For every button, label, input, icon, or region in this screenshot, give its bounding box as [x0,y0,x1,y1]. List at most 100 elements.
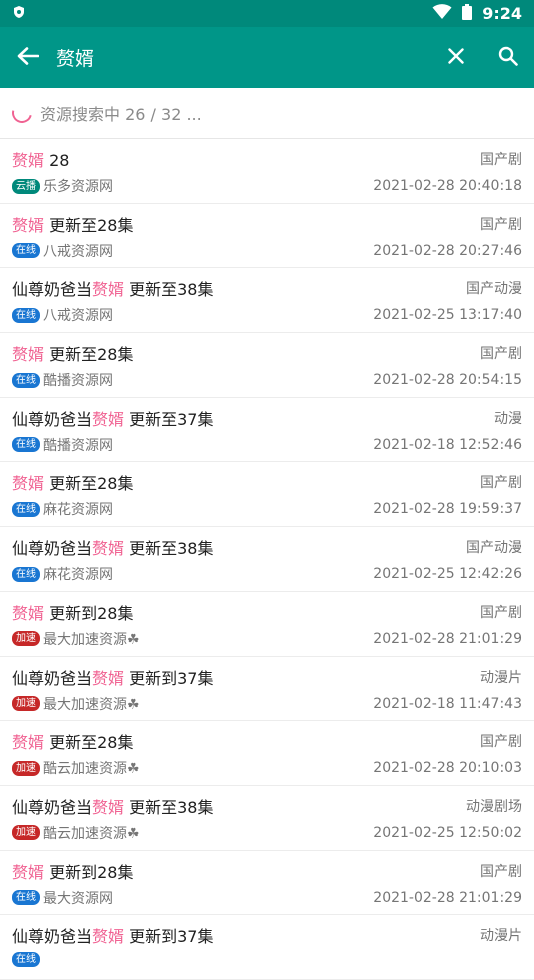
result-source: 在线 酷播资源网 [12,370,113,390]
result-row[interactable]: 仙尊奶爸当赘婿 更新至38集 动漫剧场 加速 酷云加速资源☘ 2021-02-25 12… [0,786,534,851]
title-suffix: 更新到28集 [44,603,134,623]
result-source: 云播 乐多资源网 [12,176,113,196]
back-button[interactable] [0,27,56,88]
title-suffix: 更新至28集 [44,345,134,365]
result-row[interactable]: 仙尊奶爸当赘婿 更新到37集 动漫片加速 最大加速资源☘ 2021-02-18 11:… [0,657,534,722]
source-name: 八戒资源网 [43,308,113,325]
result-row[interactable]: 赘婿 更新至28集 国产剧在线 酷播资源网 2021-02-28 20:54:15 [0,333,534,398]
result-source: 加速 酷云加速资源☘ [12,823,140,843]
search-progress-text: 资源搜索中 26 / 32 ... [40,105,202,124]
result-title: 仙尊奶爸当赘婿 更新至38集 [12,276,213,300]
status-time: 9:24 [482,4,522,23]
result-category: 动漫 [494,410,522,427]
result-row[interactable]: 赘婿 更新到28集 国产剧 加速 最大加速资源☘ 2021-02-28 21:01:29 [0,592,534,657]
search-query-field[interactable]: 赘婿 [56,44,430,71]
source-name: 麻花资源网 [43,502,113,519]
result-row[interactable]: 赘婿 更新到28集 国产剧 在线 最大资源网 2021-02-28 21:01:29 [0,851,534,916]
app-bar: 赘婿 [0,27,534,88]
result-source: 加速 酷云加速资源☘ [12,758,140,778]
shield-icon [12,4,26,23]
title-keyword: 赘婿 [92,280,125,300]
source-badge: 在线 [12,243,40,259]
title-suffix: 更新至37集 [124,409,214,429]
battery-icon [462,3,473,24]
result-row[interactable]: 赘婿 更新至28集 国产剧 在线 八戒资源网 2021-02-28 20:27:46 [0,204,534,269]
title-prefix: 仙尊奶爸当 [12,280,93,300]
title-suffix: 28 [44,151,70,170]
result-title: 赘婿 更新到28集 [12,600,133,624]
title-prefix: 仙尊奶爸当 [12,409,93,429]
result-row[interactable]: 仙尊奶爸当赘婿 更新至38集 国产动漫 在线 麻花资源网 2021-02-25 12:4… [0,527,534,592]
close-icon [448,47,464,68]
result-source: 在线 麻花资源网 [12,499,113,519]
source-badge: 加速 [12,631,40,647]
source-name: 最大加速资源☘ [43,696,140,713]
source-badge: 加速 [12,696,40,711]
result-date: 2021-02-28 20:54:15 [373,372,522,389]
search-icon [498,46,518,70]
result-row[interactable]: 赘婿 更新至28集 国产剧 加速 酷云加速资源☘ 2021-02-28 20:10:03 [0,721,534,786]
title-suffix: 更新至28集 [44,474,134,494]
title-keyword: 赘婿 [92,539,125,559]
title-suffix: 更新到28集 [44,862,134,882]
result-category: 国产剧 [480,152,522,168]
result-source: 在线 麻花资源网 [12,564,113,584]
result-title: 赘婿 更新至28集 [12,729,133,753]
source-badge: 在线 [12,890,40,906]
result-date: 2021-02-28 19:59:37 [373,501,522,518]
result-date: 2021-02-28 20:27:46 [373,242,522,259]
title-prefix: 仙尊奶爸当 [12,927,93,947]
title-suffix: 更新至38集 [124,280,214,300]
result-date: 2021-02-18 12:52:46 [373,436,522,453]
source-name: 最大加速资源☘ [43,631,140,648]
result-title: 赘婿 更新至28集 [12,341,133,365]
arrow-left-icon [17,46,40,69]
title-keyword: 赘婿 [92,797,125,817]
title-keyword: 赘婿 [12,603,45,623]
title-prefix: 仙尊奶爸当 [12,797,93,817]
result-category: 国产动漫 [466,540,522,557]
source-badge: 在线 [12,372,40,388]
result-source: 加速 最大加速资源☘ [12,629,140,649]
result-category: 国产剧 [480,475,522,492]
source-badge: 加速 [12,760,40,776]
result-category: 动漫剧场 [466,798,522,815]
result-list: 赘婿 28 国产剧 云播 乐多资源网 2021-02-28 20:40:18 赘婿 更新至… [0,139,534,980]
result-row[interactable]: 仙尊奶爸当赘婿 更新到37集 动漫片 在线 [0,915,534,980]
result-title: 赘婿 更新至28集 [12,212,133,236]
result-date: 2021-02-25 12:42:26 [373,566,522,583]
result-date: 2021-02-25 12:50:02 [373,824,522,841]
result-date: 2021-02-18 11:47:43 [373,695,522,712]
result-title: 赘婿 更新到28集 [12,859,133,883]
result-date: 2021-02-28 21:01:29 [373,630,522,647]
source-name: 乐多资源网 [43,179,113,195]
result-source: 在线 [12,952,43,968]
loading-spinner-icon [8,99,36,127]
title-keyword: 赘婿 [12,215,45,235]
source-name: 酷云加速资源☘ [43,825,140,842]
clear-button[interactable] [430,27,482,88]
source-name: 八戒资源网 [43,243,113,260]
source-name: 酷云加速资源☘ [43,761,140,778]
result-title: 赘婿 28 [12,147,69,171]
result-row[interactable]: 仙尊奶爸当赘婿 更新至38集 国产动漫 在线 八戒资源网 2021-02-25 13:1… [0,268,534,334]
title-keyword: 赘婿 [12,733,45,753]
source-badge: 在线 [12,437,40,453]
title-keyword: 赘婿 [12,474,45,494]
title-keyword: 赘婿 [92,409,125,429]
source-name: 酷播资源网 [43,373,113,390]
result-row[interactable]: 赘婿 28 国产剧 云播 乐多资源网 2021-02-28 20:40:18 [0,139,534,204]
source-badge: 云播 [12,178,40,194]
result-row[interactable]: 赘婿 更新至28集 国产剧在线 麻花资源网 2021-02-28 19:59:37 [0,462,534,528]
result-category: 国产剧 [480,346,522,363]
title-keyword: 赘婿 [12,151,45,170]
result-category: 国产动漫 [466,281,522,298]
search-button[interactable] [482,27,534,88]
result-source: 在线 八戒资源网 [12,305,113,325]
status-bar: 9:24 [0,0,534,27]
title-prefix: 仙尊奶爸当 [12,539,93,559]
result-title: 仙尊奶爸当赘婿 更新到37集 [12,665,213,689]
result-row[interactable]: 仙尊奶爸当赘婿 更新至37集 动漫 在线 酷播资源网 2021-02-18 12:52:… [0,398,534,463]
result-title: 赘婿 更新至28集 [12,470,133,494]
result-category: 动漫片 [480,669,522,686]
